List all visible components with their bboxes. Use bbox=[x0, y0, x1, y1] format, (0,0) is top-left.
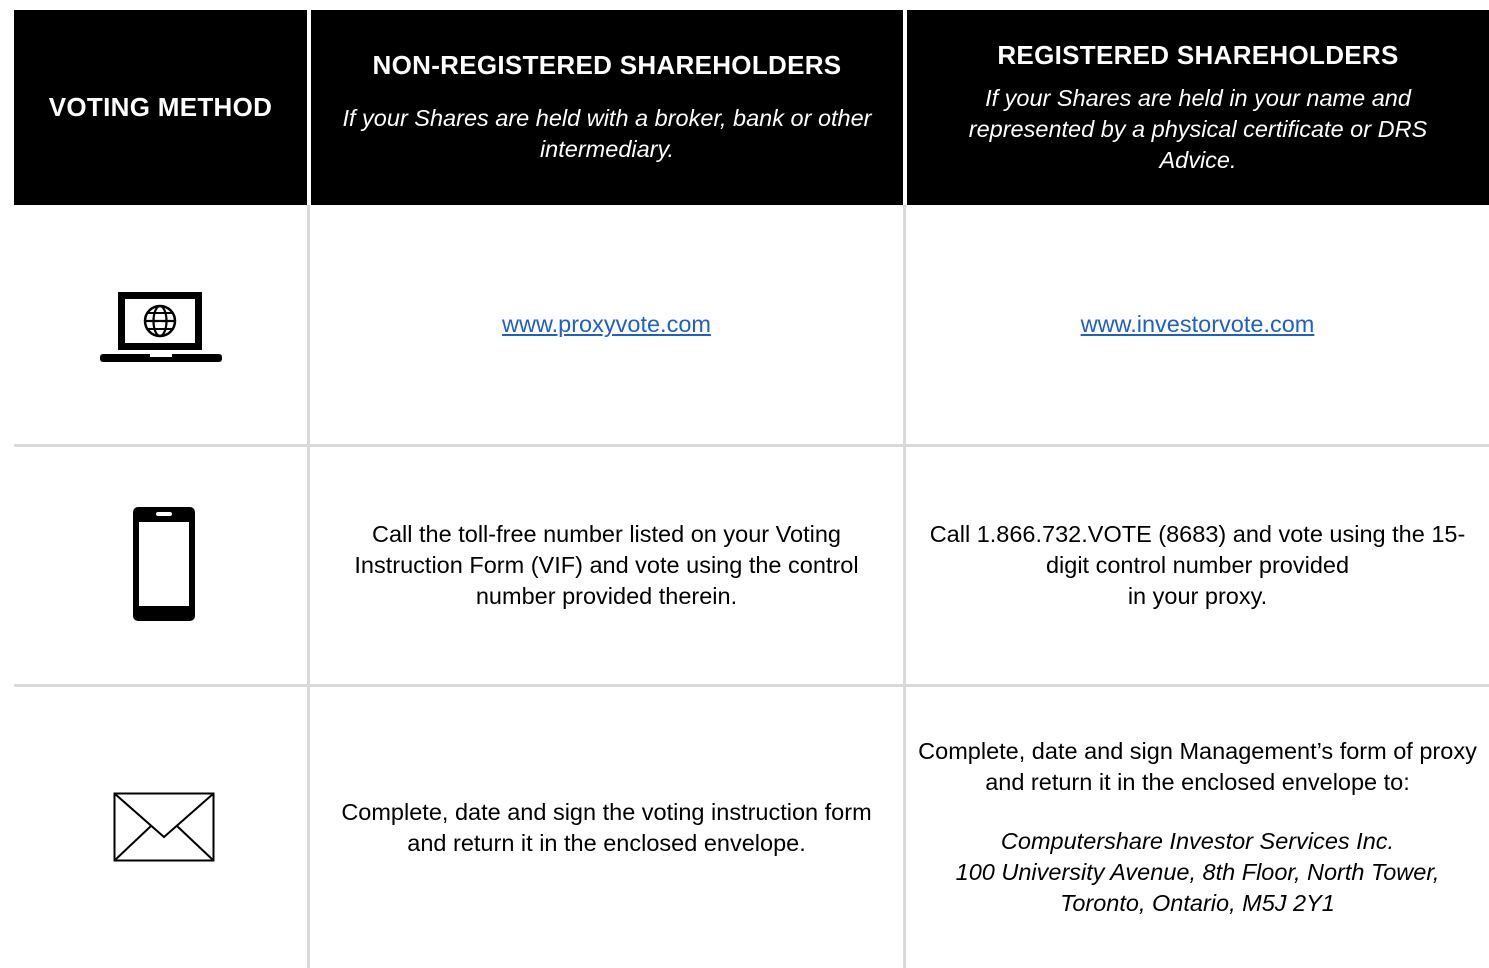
phone-non-registered-cell: Call the toll-free number listed on your… bbox=[310, 447, 903, 684]
mail-registered-cell: Complete, date and sign Management’s for… bbox=[906, 687, 1489, 968]
investorvote-cell: www.investorvote.com bbox=[906, 205, 1489, 444]
address-city: Toronto, Ontario, M5J 2Y1 bbox=[1060, 890, 1335, 916]
mail-registered-text: Complete, date and sign Management’s for… bbox=[918, 738, 1477, 795]
laptop-globe-icon bbox=[100, 290, 222, 371]
address-street: 100 University Avenue, 8th Floor, North … bbox=[955, 859, 1440, 885]
proxyvote-link[interactable]: www.proxyvote.com bbox=[502, 309, 711, 340]
mailing-address: Computershare Investor Services Inc. 100… bbox=[956, 826, 1440, 919]
header-voting-method: VOTING METHOD bbox=[14, 10, 307, 205]
phone-registered-text: Call 1.866.732.VOTE (8683) and vote usin… bbox=[929, 521, 1466, 578]
registered-subheading: If your Shares are held in your name and… bbox=[968, 84, 1428, 173]
phone-registered-cell: Call 1.866.732.VOTE (8683) and vote usin… bbox=[906, 447, 1489, 684]
voting-method-heading: VOTING METHOD bbox=[48, 92, 273, 122]
smartphone-icon bbox=[132, 506, 196, 627]
registered-heading: REGISTERED SHAREHOLDERS bbox=[997, 39, 1399, 70]
phone-registered-text-end: in your proxy. bbox=[1127, 583, 1268, 609]
proxyvote-cell: www.proxyvote.com bbox=[310, 205, 903, 444]
phone-non-registered-text: Call the toll-free number listed on your… bbox=[354, 521, 859, 609]
header-registered: REGISTERED SHAREHOLDERS If your Shares a… bbox=[907, 10, 1489, 205]
envelope-icon bbox=[113, 792, 215, 867]
mail-non-registered-text: Complete, date and sign the voting instr… bbox=[341, 798, 872, 856]
mail-non-registered-cell: Complete, date and sign the voting instr… bbox=[310, 687, 903, 968]
non-registered-heading: NON-REGISTERED SHAREHOLDERS bbox=[372, 50, 842, 80]
non-registered-subheading: If your Shares are held with a broker, b… bbox=[342, 105, 872, 162]
address-company: Computershare Investor Services Inc. bbox=[1000, 828, 1395, 854]
header-non-registered: NON-REGISTERED SHAREHOLDERS If your Shar… bbox=[311, 10, 903, 205]
investorvote-link[interactable]: www.investorvote.com bbox=[1081, 309, 1315, 340]
